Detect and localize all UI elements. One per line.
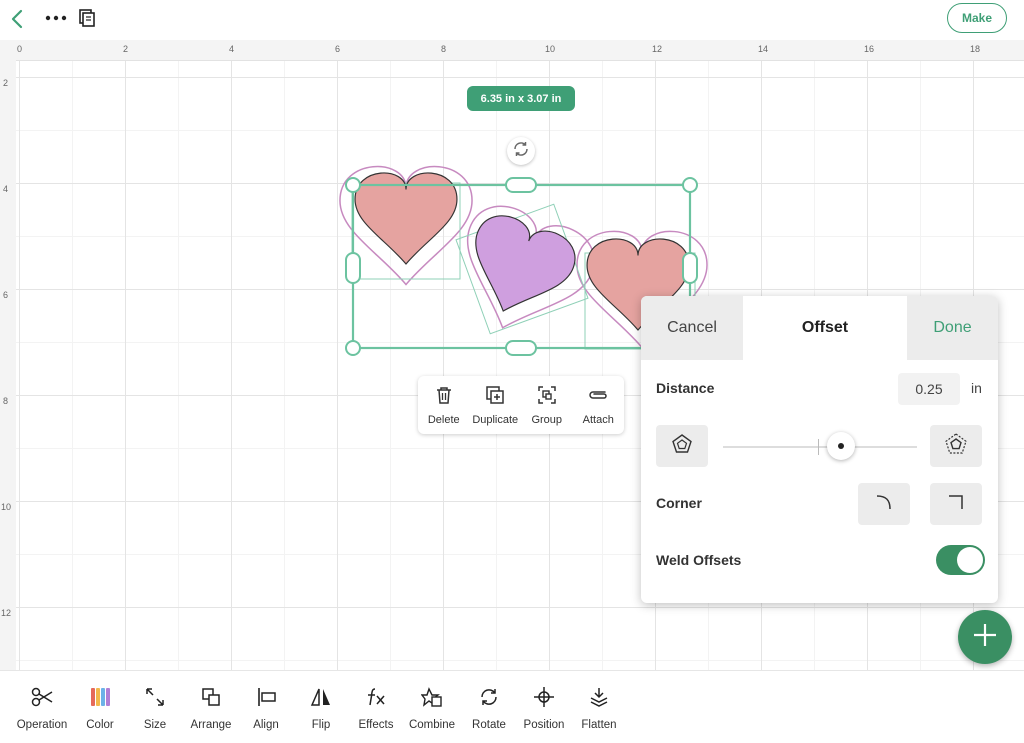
context-menu: Delete Duplicate Group Attach <box>418 376 624 434</box>
position-icon <box>533 686 555 711</box>
offset-slider-track[interactable] <box>723 446 917 448</box>
offset-slider-thumb[interactable] <box>827 432 856 460</box>
ruler-tick-label: 6 <box>335 44 341 54</box>
combine-icon <box>420 686 443 711</box>
flatten-icon <box>588 686 610 711</box>
tool-label: Operation <box>16 719 68 731</box>
more-options-icon[interactable] <box>44 10 68 26</box>
ruler-tick-label: 8 <box>441 44 447 54</box>
duplicate-icon <box>485 385 505 408</box>
top-bar: Make <box>0 0 1024 40</box>
duplicate-button[interactable]: Duplicate <box>470 376 522 434</box>
tool-label: Effects <box>358 719 394 731</box>
delete-button[interactable]: Delete <box>418 376 470 434</box>
corner-label: Corner <box>656 495 702 511</box>
rounded-corner-icon <box>874 492 894 517</box>
top-ruler: 0 2 4 6 8 10 12 14 16 18 <box>0 40 1024 61</box>
rotate-icon <box>512 140 530 163</box>
scissors-icon <box>30 686 54 711</box>
ruler-tick-label: 0 <box>17 44 23 54</box>
group-icon <box>537 385 557 408</box>
align-icon <box>255 686 277 711</box>
paperclip-icon <box>587 385 609 408</box>
ruler-tick-label: 16 <box>864 44 875 54</box>
flip-icon <box>310 686 332 711</box>
back-chevron-icon[interactable] <box>8 8 28 30</box>
ruler-tick-label: 2 <box>3 78 9 88</box>
tool-label: Flip <box>311 719 331 731</box>
left-ruler: 2 4 6 8 10 12 <box>0 60 17 670</box>
plus-icon <box>972 622 998 653</box>
distance-label: Distance <box>656 380 715 396</box>
ruler-tick-label: 18 <box>970 44 981 54</box>
pink-heart-shape[interactable] <box>354 172 458 265</box>
group-button[interactable]: Group <box>521 376 573 434</box>
ruler-tick-label: 10 <box>1 502 12 512</box>
trash-icon <box>434 385 454 408</box>
weld-offsets-toggle[interactable] <box>936 545 985 575</box>
resize-icon <box>144 686 166 711</box>
duplicate-label: Duplicate <box>472 413 519 426</box>
sharp-corner-icon <box>946 492 966 517</box>
slider-zero-marker <box>818 439 819 455</box>
delete-label: Delete <box>427 413 460 426</box>
cancel-button[interactable]: Cancel <box>641 296 743 360</box>
offset-panel: Cancel Offset Done Distance 0.25 in Corn… <box>641 296 998 603</box>
tool-label: Size <box>143 719 167 731</box>
pentagon-large-icon <box>945 432 967 460</box>
sharp-corner-button[interactable] <box>930 483 982 525</box>
tool-label: Align <box>253 719 279 731</box>
make-button[interactable]: Make <box>947 3 1007 33</box>
tool-label: Combine <box>408 719 456 731</box>
pentagon-small-icon <box>671 433 693 460</box>
arrange-icon <box>200 686 222 711</box>
ruler-tick-label: 14 <box>758 44 769 54</box>
distance-input[interactable]: 0.25 <box>898 373 960 405</box>
distance-unit: in <box>971 380 982 396</box>
decrease-offset-button[interactable] <box>656 425 708 467</box>
attach-button[interactable]: Attach <box>573 376 625 434</box>
ruler-tick-label: 4 <box>229 44 235 54</box>
selection-size-badge: 6.35 in x 3.07 in <box>467 86 575 111</box>
tool-label: Rotate <box>472 719 506 731</box>
ruler-tick-label: 12 <box>652 44 663 54</box>
ruler-tick-label: 6 <box>3 290 9 300</box>
tool-label: Arrange <box>190 719 232 731</box>
tool-label: Flatten <box>581 719 617 731</box>
rounded-corner-button[interactable] <box>858 483 910 525</box>
copy-icon[interactable] <box>77 8 97 28</box>
ruler-tick-label: 10 <box>545 44 556 54</box>
ruler-tick-label: 4 <box>3 184 9 194</box>
fx-icon <box>365 686 387 711</box>
rotate-handle[interactable] <box>507 137 535 165</box>
flatten-tool[interactable]: Flatten <box>564 686 634 731</box>
color-icon <box>89 686 111 711</box>
group-label: Group <box>531 413 563 426</box>
add-button[interactable] <box>958 610 1012 664</box>
ruler-tick-label: 8 <box>3 396 9 406</box>
tool-label: Color <box>86 719 114 731</box>
ruler-tick-label: 2 <box>123 44 129 54</box>
attach-label: Attach <box>582 413 614 426</box>
rotate-icon <box>478 686 500 711</box>
ruler-tick-label: 12 <box>1 608 12 618</box>
done-button[interactable]: Done <box>907 296 998 360</box>
tool-label: Position <box>523 719 565 731</box>
panel-title: Offset <box>801 319 849 336</box>
weld-offsets-label: Weld Offsets <box>656 552 742 568</box>
increase-offset-button[interactable] <box>930 425 982 467</box>
